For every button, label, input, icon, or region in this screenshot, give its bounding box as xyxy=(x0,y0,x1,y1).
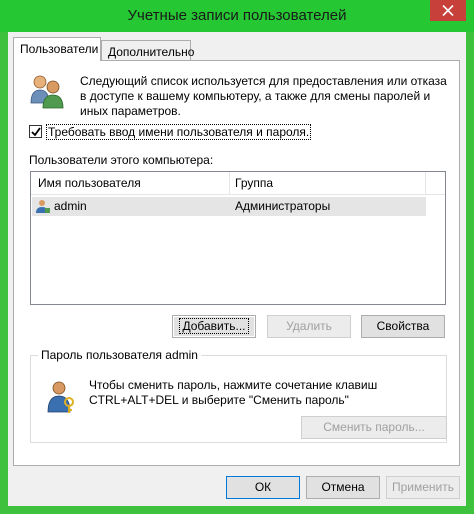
tab-users[interactable]: Пользователи xyxy=(13,37,101,61)
tab-panel: Следующий список используется для предос… xyxy=(13,60,460,466)
user-icon xyxy=(36,200,50,213)
users-icon xyxy=(30,75,64,109)
checkmark-icon xyxy=(31,127,41,137)
column-separator[interactable] xyxy=(425,172,426,194)
table-row[interactable]: admin Администраторы xyxy=(32,197,426,216)
properties-button[interactable]: Свойства xyxy=(361,315,445,338)
ok-button[interactable]: ОК xyxy=(226,476,300,499)
add-user-button[interactable]: Добавить... xyxy=(172,315,256,338)
require-login-checkbox[interactable] xyxy=(29,125,42,138)
user-key-icon xyxy=(47,381,74,413)
tab-users-label: Пользователи xyxy=(20,42,99,56)
password-group-title: Пароль пользователя admin xyxy=(38,348,201,362)
users-listview[interactable]: Имя пользователя Группа admin Администра… xyxy=(30,171,446,305)
delete-user-button[interactable]: Удалить xyxy=(267,315,351,338)
change-password-button[interactable]: Сменить пароль... xyxy=(301,416,447,439)
apply-button[interactable]: Применить xyxy=(386,476,460,499)
title-bar: Учетные записи пользователей xyxy=(0,0,474,32)
close-icon xyxy=(442,5,454,16)
window-title: Учетные записи пользователей xyxy=(127,7,347,24)
info-text: Следующий список используется для предос… xyxy=(80,74,447,118)
user-group-cell: Администраторы xyxy=(235,199,331,213)
column-separator[interactable] xyxy=(229,172,230,194)
tab-advanced[interactable]: Дополнительно xyxy=(101,40,195,60)
add-user-button-label: Добавить... xyxy=(179,318,249,334)
password-instructions: Чтобы сменить пароль, нажмите сочетание … xyxy=(89,378,378,407)
require-login-label[interactable]: Требовать ввод имени пользователя и паро… xyxy=(46,124,312,140)
cancel-button[interactable]: Отмена xyxy=(306,476,380,499)
column-header-username[interactable]: Имя пользователя xyxy=(38,176,141,190)
close-button[interactable] xyxy=(430,0,466,21)
column-header-group[interactable]: Группа xyxy=(235,176,273,190)
tab-advanced-label: Дополнительно xyxy=(108,45,195,59)
users-list-label: Пользователи этого компьютера: xyxy=(29,153,214,167)
dialog-client: Пользователи Дополнительно Следующий спи… xyxy=(8,32,466,506)
listview-header: Имя пользователя Группа xyxy=(31,172,445,195)
password-group: Пароль пользователя admin Чтобы сменить … xyxy=(30,348,447,443)
user-name-cell: admin xyxy=(54,199,87,213)
